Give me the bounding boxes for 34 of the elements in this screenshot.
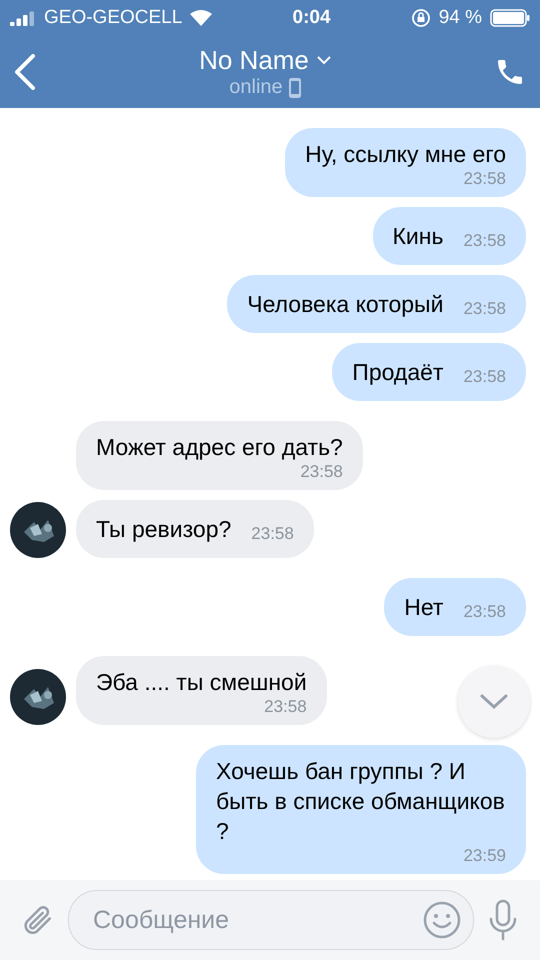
message-text: Может адрес его дать? <box>96 433 343 462</box>
message-time: 23:58 <box>463 367 506 387</box>
message-field[interactable]: Сообщение <box>68 890 474 950</box>
message-time: 23:59 <box>463 846 506 866</box>
signal-icon <box>10 10 36 26</box>
smiley-icon[interactable] <box>423 901 461 939</box>
message-text: Ну, ссылку мне его <box>305 140 506 169</box>
message-text: Кинь <box>392 222 444 251</box>
scroll-down-button[interactable] <box>458 666 530 738</box>
wifi-icon <box>190 10 212 26</box>
message-time: 23:58 <box>463 299 506 319</box>
rotation-lock-icon <box>410 8 431 28</box>
online-status: online <box>229 76 283 99</box>
message-text: Человека который <box>247 290 444 319</box>
microphone-icon[interactable] <box>488 899 518 941</box>
message-time: 23:58 <box>463 602 506 622</box>
message-time: 23:58 <box>463 169 506 189</box>
carrier-name: GEO-GEOCELL <box>44 7 182 29</box>
battery-percent: 94 % <box>438 7 482 29</box>
chat-title[interactable]: No Name <box>199 45 309 76</box>
battery-icon <box>490 9 530 27</box>
message-time: 23:58 <box>300 462 343 482</box>
clock-time: 0:04 <box>292 7 331 29</box>
back-icon[interactable] <box>14 54 36 90</box>
message-time: 23:58 <box>264 697 307 717</box>
message-text: Нет <box>404 593 444 622</box>
message-time: 23:58 <box>463 231 506 251</box>
message-time: 23:58 <box>251 524 294 544</box>
chevron-down-icon[interactable] <box>479 693 509 711</box>
message-text: Эба .... ты смешной <box>96 668 307 697</box>
message-text: Продаёт <box>352 358 444 387</box>
message-text: Ты ревизор? <box>96 515 232 544</box>
message-text: Хочешь бан группы ? И быть в списке обманщиков ? <box>216 757 506 846</box>
phone-device-icon <box>288 78 301 98</box>
